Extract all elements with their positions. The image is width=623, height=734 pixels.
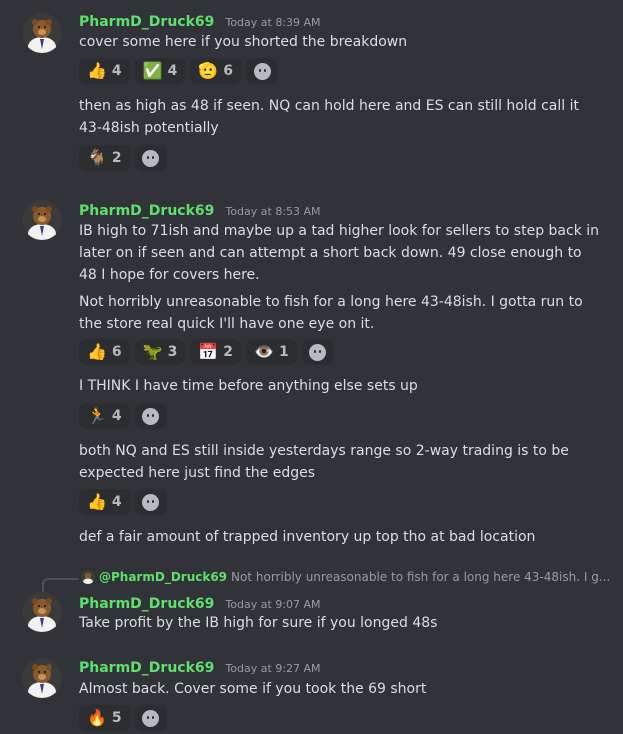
timestamp: Today at 9:07 AM (225, 598, 321, 611)
timestamp: Today at 8:39 AM (225, 16, 321, 29)
thumbs-up-icon: 👍 (87, 342, 107, 361)
message-text: expected here just find the edges (79, 465, 316, 481)
add-reaction-button[interactable] (301, 339, 334, 365)
message-text: later on if seen and can attempt a short… (79, 245, 582, 261)
add-reaction-icon (309, 343, 327, 361)
saluting-face-icon: 🫡 (198, 61, 219, 80)
reaction-bar: 👍 6 🦖 3 📅 2 👁️ 1 (79, 339, 334, 367)
reaction-count: 4 (111, 494, 122, 510)
reaction-goat[interactable]: 🐐 2 (79, 145, 130, 171)
bear-doctor-avatar-icon (22, 13, 62, 53)
username[interactable]: PharmD_Druck69 (79, 203, 214, 219)
username[interactable]: PharmD_Druck69 (79, 660, 214, 676)
reaction-eye[interactable]: 👁️ 1 (246, 339, 297, 365)
calendar-icon: 📅 (198, 342, 219, 361)
reaction-t-rex[interactable]: 🦖 3 (134, 339, 186, 365)
reaction-count: 2 (223, 344, 234, 360)
add-reaction-button[interactable] (246, 58, 279, 84)
reaction-calendar[interactable]: 📅 2 (190, 339, 242, 365)
timestamp: Today at 8:53 AM (225, 205, 321, 218)
goat-icon: 🐐 (87, 148, 107, 167)
reaction-check-mark[interactable]: ✅ 4 (134, 58, 186, 84)
reaction-count: 3 (167, 344, 178, 360)
bear-doctor-avatar-icon (81, 570, 95, 584)
user-avatar[interactable] (22, 592, 62, 632)
add-reaction-icon (142, 407, 160, 425)
bear-doctor-avatar-icon (22, 658, 62, 698)
reaction-count: 5 (111, 710, 122, 726)
add-reaction-icon (142, 709, 160, 727)
message-text: Take profit by the IB high for sure if y… (79, 615, 438, 631)
reaction-count: 6 (223, 63, 234, 79)
reply-username[interactable]: @PharmD_Druck69 (99, 570, 227, 584)
fire-icon: 🔥 (87, 708, 107, 727)
username[interactable]: PharmD_Druck69 (79, 14, 214, 30)
check-mark-icon: ✅ (142, 61, 163, 80)
reaction-bar: 👍 4 ✅ 4 🫡 6 (79, 58, 279, 86)
message-text: 43-48ish potentially (79, 120, 219, 136)
reaction-bar: 🏃 4 (79, 403, 167, 431)
message-text: then as high as 48 if seen. NQ can hold … (79, 98, 579, 114)
add-reaction-button[interactable] (134, 705, 167, 731)
reply-preview-text[interactable]: Not horribly unreasonable to fish for a … (231, 570, 610, 584)
reaction-count: 4 (111, 408, 122, 424)
bear-doctor-avatar-icon (22, 592, 62, 632)
reaction-count: 4 (111, 63, 122, 79)
reaction-bar: 🔥 5 (79, 705, 167, 733)
reaction-count: 2 (111, 150, 122, 166)
add-reaction-button[interactable] (134, 489, 167, 515)
message-text: IB high to 71ish and maybe up a tad high… (79, 223, 600, 239)
add-reaction-icon (253, 62, 271, 80)
reply-reference[interactable]: @PharmD_Druck69 Not horribly unreasonabl… (81, 570, 610, 584)
user-avatar[interactable] (22, 658, 62, 698)
message-text: 48 I hope for covers here. (79, 267, 260, 283)
reaction-count: 1 (278, 344, 289, 360)
add-reaction-button[interactable] (134, 145, 167, 171)
message-text: def a fair amount of trapped inventory u… (79, 529, 536, 545)
thumbs-up-icon: 👍 (87, 61, 107, 80)
reaction-thumbs-up[interactable]: 👍 6 (79, 339, 130, 365)
message-text: cover some here if you shorted the break… (79, 34, 408, 50)
thumbs-up-icon: 👍 (87, 492, 107, 511)
reaction-count: 6 (111, 344, 122, 360)
message-text: Almost back. Cover some if you took the … (79, 681, 427, 697)
timestamp: Today at 9:27 AM (225, 662, 321, 675)
add-reaction-button[interactable] (134, 403, 167, 429)
reaction-fire[interactable]: 🔥 5 (79, 705, 130, 731)
t-rex-icon: 🦖 (142, 342, 163, 361)
message-text: the store real quick I'll have one eye o… (79, 316, 375, 332)
message-text: Not horribly unreasonable to fish for a … (79, 294, 583, 310)
reply-spine (42, 578, 78, 592)
message-text: both NQ and ES still inside yesterdays r… (79, 443, 569, 459)
reaction-bar: 🐐 2 (79, 145, 167, 173)
user-avatar[interactable] (22, 13, 62, 53)
message-text: I THINK I have time before anything else… (79, 378, 418, 394)
reaction-count: 4 (167, 63, 178, 79)
reply-avatar (81, 570, 95, 584)
username[interactable]: PharmD_Druck69 (79, 596, 214, 612)
add-reaction-icon (142, 149, 160, 167)
reaction-bar: 👍 4 (79, 489, 167, 517)
reaction-saluting-face[interactable]: 🫡 6 (190, 58, 242, 84)
reaction-thumbs-up[interactable]: 👍 4 (79, 489, 130, 515)
user-avatar[interactable] (22, 200, 62, 240)
add-reaction-icon (142, 493, 160, 511)
eye-icon: 👁️ (254, 342, 274, 361)
bear-doctor-avatar-icon (22, 200, 62, 240)
reaction-runner[interactable]: 🏃 4 (79, 403, 130, 429)
reaction-thumbs-up[interactable]: 👍 4 (79, 58, 130, 84)
runner-icon: 🏃 (87, 406, 107, 425)
